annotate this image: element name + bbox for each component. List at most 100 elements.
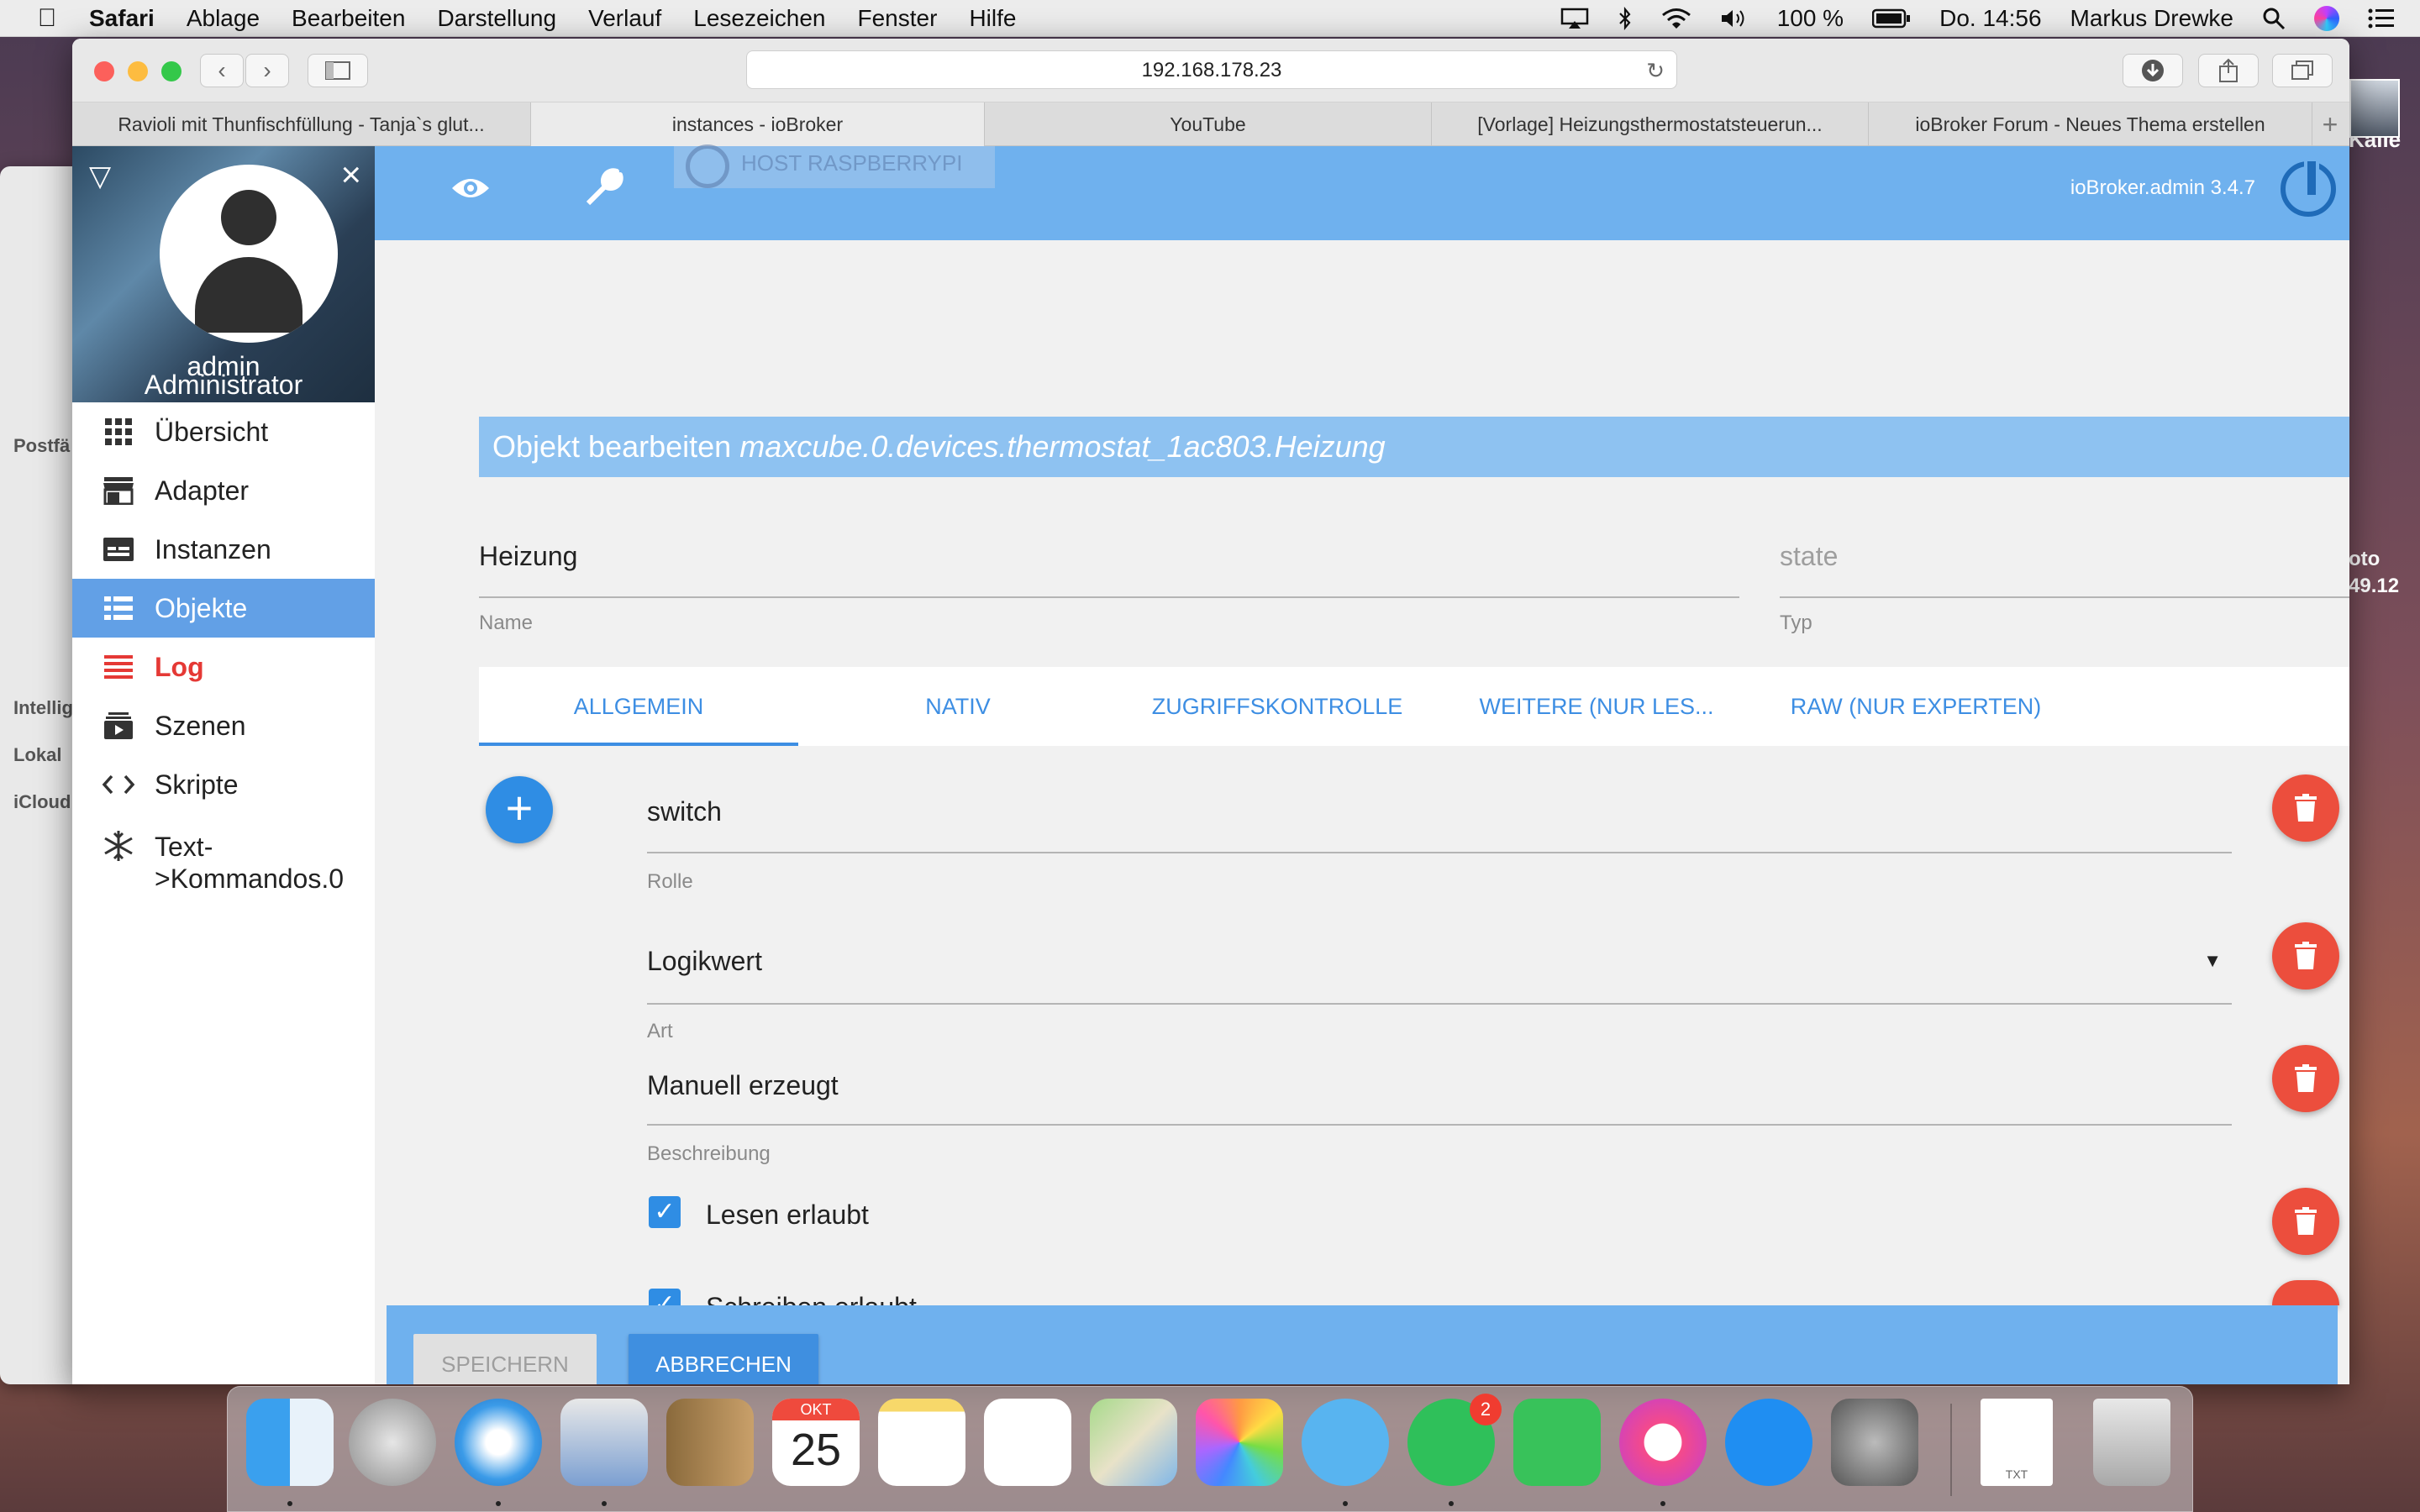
maps-icon[interactable] [1090,1399,1177,1486]
type-select[interactable]: state ▼ [1780,514,2349,598]
sidebar-item-szenen[interactable]: Szenen [72,696,375,755]
wifi-icon[interactable] [1661,8,1691,29]
tab-allgemein[interactable]: ALLGEMEIN [479,667,798,746]
system-preferences-icon[interactable] [1831,1399,1918,1486]
lesen-checkbox[interactable]: ✓ [649,1196,681,1228]
menu-darstellung[interactable]: Darstellung [437,5,556,32]
instances-icon [101,534,136,564]
minimize-window-button[interactable] [128,61,148,81]
dialog-object-id: maxcube.0.devices.thermostat_1ac803.Heiz… [739,429,1386,464]
apple-menu-icon[interactable]:  [24,4,71,33]
messages-icon[interactable] [1302,1399,1389,1486]
photos-icon[interactable] [1196,1399,1283,1486]
address-bar[interactable]: 192.168.178.23 ↻ [746,50,1677,89]
add-property-button[interactable]: + [486,776,553,843]
sidebar-item-label: Instanzen [155,533,271,564]
tab-nativ[interactable]: NATIV [798,667,1118,746]
power-icon[interactable] [2281,158,2336,217]
delete-rolle-button[interactable] [2272,774,2339,842]
sidebar-item-log[interactable]: Log [72,638,375,696]
launchpad-icon[interactable] [349,1399,436,1486]
triangle-menu-icon[interactable]: ▽ [89,160,111,193]
share-button[interactable] [2198,54,2259,87]
menu-bearbeiten[interactable]: Bearbeiten [292,5,405,32]
background-mail-window: Postfä Intellig Lokal iCloud [0,166,84,1384]
volume-icon[interactable] [1720,8,1749,29]
beschreibung-input[interactable]: Manuell erzeugt [647,1045,2232,1126]
browser-tab-vorlage[interactable]: [Vorlage] Heizungsthermostatsteuerun... [1432,102,1869,146]
mac-dock: OKT 25 2 TXT [227,1386,2193,1512]
new-tab-button[interactable]: + [2312,102,2348,146]
mac-menubar:  Safari Ablage Bearbeiten Darstellung V… [0,0,2420,37]
itunes-icon[interactable] [1619,1399,1707,1486]
host-badge[interactable]: HOST RASPBERRYPI [674,144,995,188]
app-store-icon[interactable] [1725,1399,1812,1486]
reminders-icon[interactable] [984,1399,1071,1486]
menu-app[interactable]: Safari [89,5,155,32]
close-sidebar-icon[interactable]: × [340,155,361,195]
back-button[interactable]: ‹ [200,54,244,87]
type-value: state [1780,541,1839,571]
sidebar-item-uebersicht[interactable]: Übersicht [72,402,375,461]
delete-lesen-button[interactable] [2272,1188,2339,1255]
menu-ablage[interactable]: Ablage [187,5,260,32]
contacts-icon[interactable] [666,1399,754,1486]
close-window-button[interactable] [94,61,114,81]
art-select[interactable]: Logikwert ▼ [647,917,2232,1005]
menu-lesezeichen[interactable]: Lesezeichen [693,5,825,32]
delete-schreiben-button[interactable] [2272,1280,2339,1305]
tab-weitere[interactable]: WEITERE (NUR LES... [1437,667,1756,746]
sidebar-item-instanzen[interactable]: Instanzen [72,520,375,579]
bluetooth-icon[interactable] [1618,7,1633,30]
save-button[interactable]: SPEICHERN [413,1334,597,1384]
desk-label-foto: oto [2349,548,2381,570]
airplay-icon[interactable] [1560,8,1589,29]
grid-icon [101,417,136,447]
name-input[interactable]: Heizung [479,514,1739,598]
rolle-input[interactable]: switch [647,769,2232,853]
zoom-window-button[interactable] [161,61,182,81]
cancel-button[interactable]: ABBRECHEN [629,1334,818,1384]
browser-tab-ravioli[interactable]: Ravioli mit Thunfischfüllung - Tanja`s g… [72,102,531,146]
eye-icon[interactable] [450,175,491,202]
sidebar-item-text-kommandos[interactable]: Text- >Kommandos.0 [72,814,375,898]
avatar[interactable] [160,165,338,343]
forward-button[interactable]: › [245,54,289,87]
finder-icon[interactable] [246,1399,334,1486]
mail-icon[interactable] [560,1399,648,1486]
browser-tab-youtube[interactable]: YouTube [985,102,1432,146]
menu-verlauf[interactable]: Verlauf [588,5,661,32]
tab-raw[interactable]: RAW (NUR EXPERTEN) [1756,667,2075,746]
menu-hilfe[interactable]: Hilfe [969,5,1016,32]
tab-zugriffskontrolle[interactable]: ZUGRIFFSKONTROLLE [1118,667,1437,746]
menubar-user[interactable]: Markus Drewke [2070,5,2233,32]
share-icon [2219,58,2238,82]
sidebar-item-objekte[interactable]: Objekte [72,579,375,638]
siri-icon[interactable] [2314,6,2339,31]
notification-center-icon[interactable] [2368,8,2395,29]
txt-file-icon[interactable]: TXT [1981,1399,2053,1486]
calendar-icon[interactable]: OKT 25 [772,1399,860,1486]
facetime-icon[interactable] [1513,1399,1601,1486]
spotlight-icon[interactable] [2262,7,2286,30]
wrench-icon[interactable] [583,166,625,208]
notes-icon[interactable] [878,1399,965,1486]
battery-icon[interactable] [1872,8,1911,29]
trash-icon[interactable] [2093,1399,2170,1486]
tab-overview-button[interactable] [2272,54,2333,87]
sidebar-toggle-button[interactable] [308,54,368,87]
reload-icon[interactable]: ↻ [1646,51,1665,90]
downloads-button[interactable] [2123,54,2183,87]
art-value: Logikwert [647,946,762,976]
browser-tab-forum[interactable]: ioBroker Forum - Neues Thema erstellen [1869,102,2312,146]
calendar-month: OKT [772,1399,860,1420]
menu-fenster[interactable]: Fenster [858,5,938,32]
sidebar-item-adapter[interactable]: Adapter [72,461,375,520]
delete-beschreibung-button[interactable] [2272,1045,2339,1112]
delete-art-button[interactable] [2272,922,2339,990]
browser-tab-iobroker[interactable]: instances - ioBroker [531,102,985,146]
safari-icon[interactable] [455,1399,542,1486]
desk-photo-thumbnail[interactable] [2349,79,2400,138]
sidebar-item-skripte[interactable]: Skripte [72,755,375,814]
menubar-clock[interactable]: Do. 14:56 [1939,5,2041,32]
